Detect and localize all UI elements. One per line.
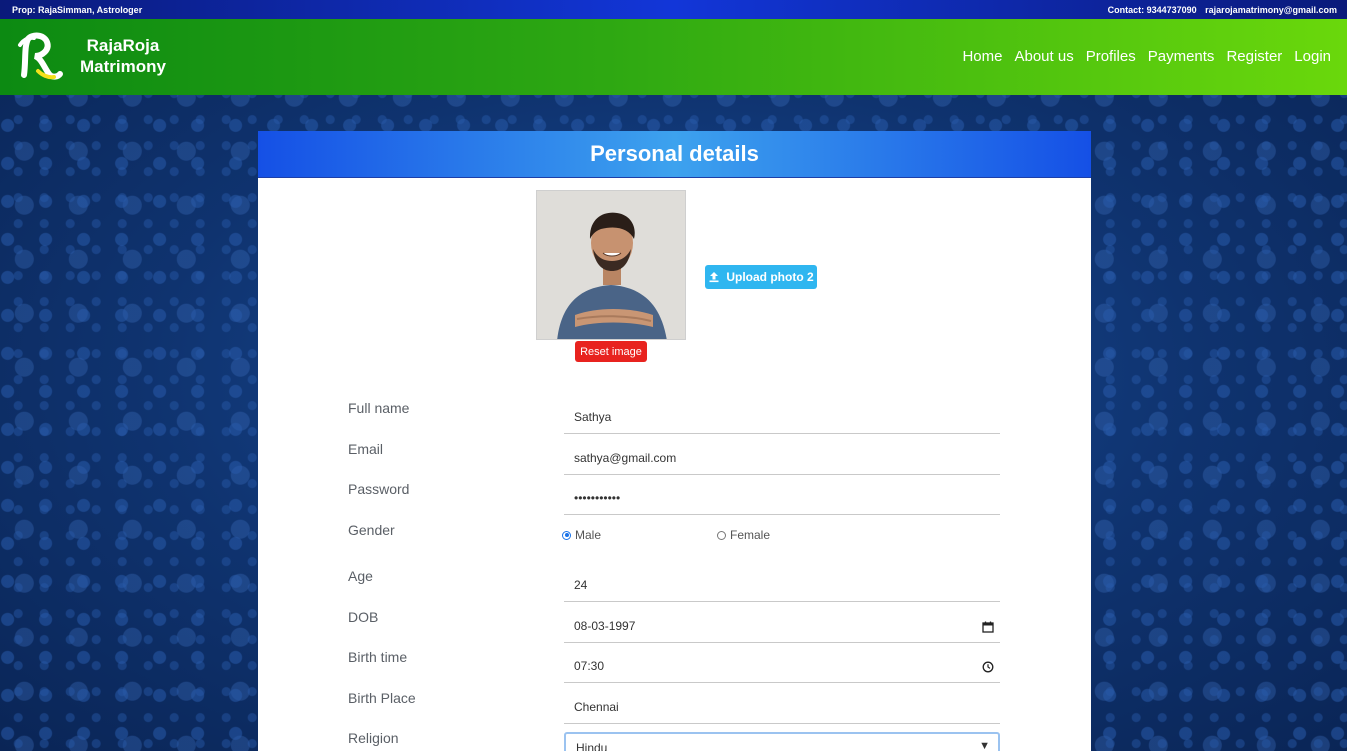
logo-r-icon — [18, 32, 63, 80]
dob-label: DOB — [348, 609, 379, 625]
religion-label: Religion — [348, 730, 399, 746]
email-label: Email — [348, 441, 384, 457]
profile-photo — [536, 190, 686, 340]
password-label: Password — [348, 481, 410, 497]
gender-female-option[interactable]: Female — [717, 528, 770, 542]
password-input[interactable]: ••••••••••• — [564, 485, 1000, 515]
reset-image-button[interactable]: Reset image — [575, 341, 647, 362]
contact-email[interactable]: rajarojamatrimony@gmail.com — [1205, 5, 1337, 15]
contact-info: Contact: 9344737090 rajarojamatrimony@gm… — [1102, 5, 1337, 15]
gender-male-option[interactable]: Male — [562, 528, 601, 542]
contact-phone: Contact: 9344737090 — [1107, 4, 1197, 15]
full-name-row: Full name Sathya — [348, 400, 1001, 436]
birth-time-row: Birth time 07:30 — [348, 649, 1001, 685]
nav-profiles[interactable]: Profiles — [1086, 48, 1136, 65]
age-row: Age 24 — [348, 568, 1001, 604]
nav-about[interactable]: About us — [1014, 48, 1073, 65]
full-name-label: Full name — [348, 400, 410, 416]
brand-name: RajaRoja Matrimony — [80, 35, 166, 77]
birth-place-row: Birth Place Chennai — [348, 690, 1001, 726]
password-row: Password ••••••••••• — [348, 481, 1001, 517]
gender-row: Gender Male Female — [348, 522, 1001, 558]
top-info-bar: Prop: RajaSimman, Astrologer Contact: 93… — [0, 0, 1347, 19]
upload-label: Upload photo 2 — [726, 270, 814, 284]
nav-login[interactable]: Login — [1294, 48, 1331, 65]
nav-register[interactable]: Register — [1226, 48, 1282, 65]
full-name-input[interactable]: Sathya — [564, 404, 1000, 434]
upload-photo-button[interactable]: Upload photo 2 — [705, 265, 817, 289]
nav-home[interactable]: Home — [962, 48, 1002, 65]
birth-place-label: Birth Place — [348, 690, 416, 706]
age-label: Age — [348, 568, 373, 584]
radio-female[interactable] — [717, 530, 726, 540]
birth-time-input[interactable]: 07:30 — [564, 653, 1000, 683]
religion-value: Hindu — [576, 741, 608, 751]
birth-time-value: 07:30 — [574, 659, 605, 673]
dob-row: DOB 08-03-1997 — [348, 609, 1001, 645]
upload-icon — [709, 272, 719, 283]
proprietor-text: Prop: RajaSimman, Astrologer — [12, 4, 143, 15]
religion-select[interactable]: Hindu ▼ — [564, 732, 1000, 751]
male-label: Male — [575, 528, 602, 542]
email-input[interactable]: sathya@gmail.com — [564, 445, 1000, 475]
brand-line2: Matrimony — [80, 57, 166, 76]
person-photo-icon — [537, 191, 685, 339]
clock-icon[interactable] — [982, 661, 994, 673]
card-title: Personal details — [258, 131, 1091, 178]
personal-details-card: Personal details Reset image Upload phot… — [258, 131, 1091, 751]
gender-label: Gender — [348, 522, 395, 538]
brand-logo[interactable] — [14, 31, 66, 83]
main-nav: Home About us Profiles Payments Register… — [962, 48, 1331, 65]
religion-row: Religion Hindu ▼ — [348, 730, 1001, 751]
calendar-icon[interactable] — [982, 621, 994, 633]
female-label: Female — [730, 528, 771, 542]
dob-value: 08-03-1997 — [574, 619, 636, 633]
age-input[interactable]: 24 — [564, 572, 1000, 602]
radio-male[interactable] — [562, 530, 571, 540]
email-row: Email sathya@gmail.com — [348, 441, 1001, 477]
nav-payments[interactable]: Payments — [1148, 48, 1215, 65]
brand-line1: RajaRoja — [86, 36, 160, 55]
dob-input[interactable]: 08-03-1997 — [564, 613, 1000, 643]
chevron-down-icon[interactable]: ▼ — [979, 740, 990, 751]
birth-time-label: Birth time — [348, 649, 408, 665]
site-header: RajaRoja Matrimony Home About us Profile… — [0, 19, 1347, 95]
birth-place-input[interactable]: Chennai — [564, 694, 1000, 724]
